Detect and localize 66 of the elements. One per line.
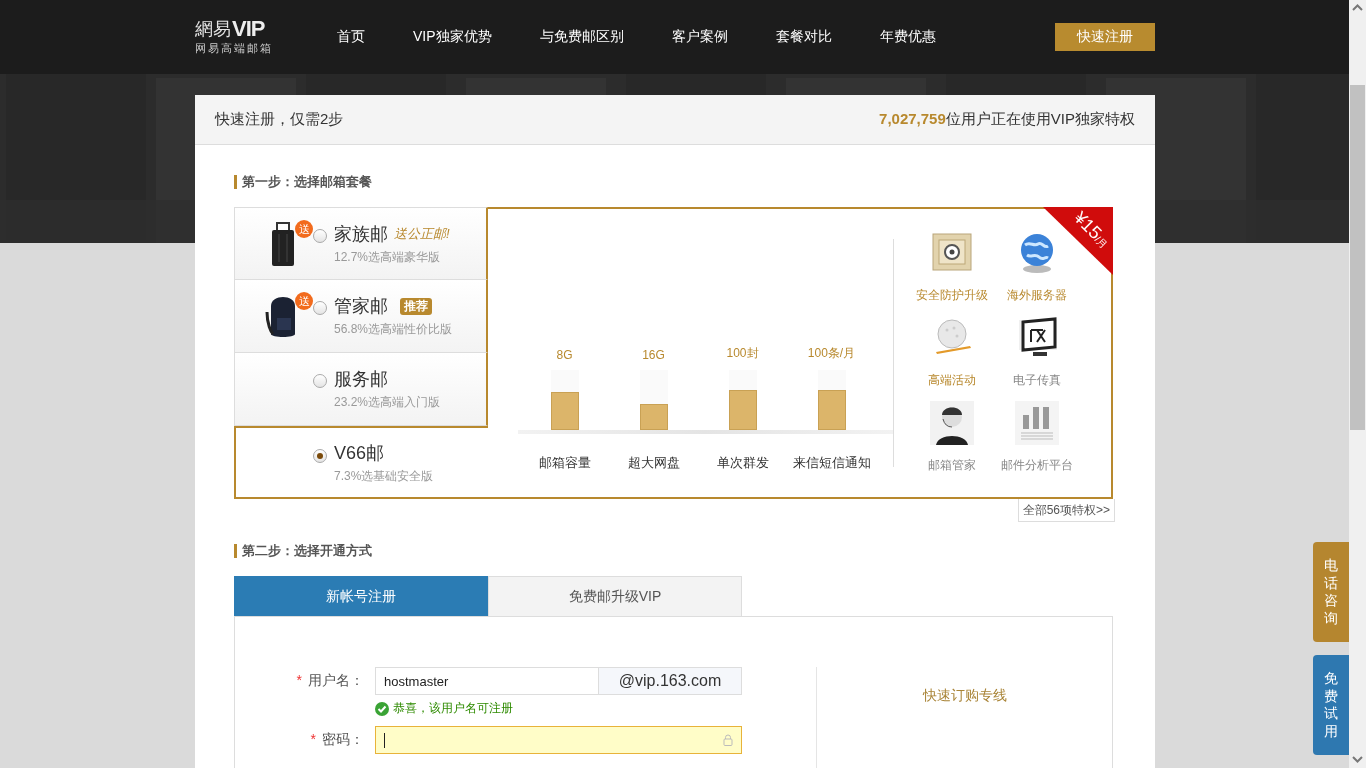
scrollbar-thumb[interactable]	[1350, 85, 1365, 430]
nav-link[interactable]: 套餐对比	[775, 28, 832, 46]
bar-caption: 邮箱容量	[537, 454, 592, 472]
step-title: 第一步：选择邮箱套餐	[234, 175, 372, 189]
bar-value: 100条/月	[807, 345, 856, 362]
perk-label: 海外服务器	[1006, 287, 1067, 304]
success-message: 恭喜，该用户名可注册	[393, 700, 513, 717]
radio-button[interactable]	[313, 301, 327, 315]
logo-mark: VIP	[232, 18, 265, 40]
nav-link[interactable]: 与免费邮区别	[539, 28, 624, 46]
bar-value: 100封	[726, 345, 759, 362]
plan-option[interactable]: 送 管家邮 推荐 56.8%选高端性价比版	[234, 280, 488, 353]
radio-button[interactable]	[313, 449, 327, 463]
tab[interactable]: 免费邮升级VIP	[488, 576, 742, 616]
plan-name: V66邮	[334, 441, 385, 465]
all-perks-button[interactable]: 全部56项特权>>	[1017, 499, 1115, 522]
bar-caption: 超大网盘	[626, 454, 681, 472]
price-ribbon	[1043, 207, 1113, 275]
person-headset-icon	[929, 401, 974, 445]
plan-name: 家族邮	[334, 222, 388, 246]
plan-name: 服务邮	[334, 368, 388, 391]
bar-caption: 单次群发	[715, 454, 770, 472]
perk-label: 安全防护升级	[915, 287, 988, 304]
field-label-text: 密码：	[322, 731, 364, 747]
nav-link[interactable]: 客户案例	[671, 28, 728, 46]
field-label-text: 用户名：	[308, 672, 364, 688]
required-mark: *	[296, 672, 302, 688]
side-button[interactable]: 免费试用	[1313, 655, 1349, 755]
plan-share: 7.3%选基础安全版	[334, 467, 434, 485]
recommend-badge: 推荐	[400, 297, 432, 315]
user-count-text: 7,027,759位用户正在使用VIP独家特权	[879, 110, 1135, 129]
logo-brand: 網易	[195, 18, 231, 40]
password-field[interactable]	[375, 726, 742, 754]
bar-chart-icon	[1014, 401, 1059, 445]
plan-name: 管家邮	[334, 295, 388, 318]
nav-link[interactable]: 首页	[337, 28, 365, 46]
gift-badge: 送	[295, 219, 313, 238]
plan-share: 56.8%选高端性价比版	[334, 321, 453, 338]
step-title: 第二步：选择开通方式	[234, 544, 372, 558]
check-circle-icon	[375, 701, 389, 716]
radio-button[interactable]	[313, 229, 327, 243]
bar-value: 16G	[642, 348, 665, 362]
promo-note: 送公正邮!	[394, 224, 450, 243]
perk-label: 高端活动	[927, 372, 976, 389]
hotline-title: 快速订购专线	[922, 687, 1007, 705]
domain-suffix: @vip.163.com	[599, 667, 742, 695]
plan-option[interactable]: V66邮 7.3%选基础安全版	[234, 426, 488, 499]
logo-subtitle: 网易高端邮箱	[195, 41, 274, 56]
required-mark: *	[310, 731, 316, 747]
gift-badge: 送	[295, 292, 313, 310]
nav-link[interactable]: VIP独家优势	[413, 28, 492, 46]
perk-label: 邮箱管家	[927, 457, 976, 474]
lock-icon	[723, 734, 733, 746]
radio-button[interactable]	[313, 374, 327, 388]
bar-caption: 来信短信通知	[791, 454, 872, 472]
username-field[interactable]: hostmaster	[375, 667, 599, 695]
plan-option[interactable]: 服务邮 23.2%选高端入门版	[234, 353, 488, 426]
card-title: 快速注册，仅需2步	[215, 110, 344, 129]
plan-share: 23.2%选高端入门版	[334, 394, 441, 411]
perk-label: 邮件分析平台	[1000, 457, 1073, 474]
plan-option[interactable]: 送 家族邮 送公正邮! 12.7%选高端豪华版	[234, 207, 488, 280]
bar-value: 8G	[556, 348, 573, 362]
nav-link[interactable]: 年费优惠	[879, 28, 936, 46]
perk-label: 电子传真	[1012, 372, 1061, 389]
tab[interactable]: 新帐号注册	[234, 576, 488, 616]
plan-share: 12.7%选高端豪华版	[334, 248, 442, 266]
